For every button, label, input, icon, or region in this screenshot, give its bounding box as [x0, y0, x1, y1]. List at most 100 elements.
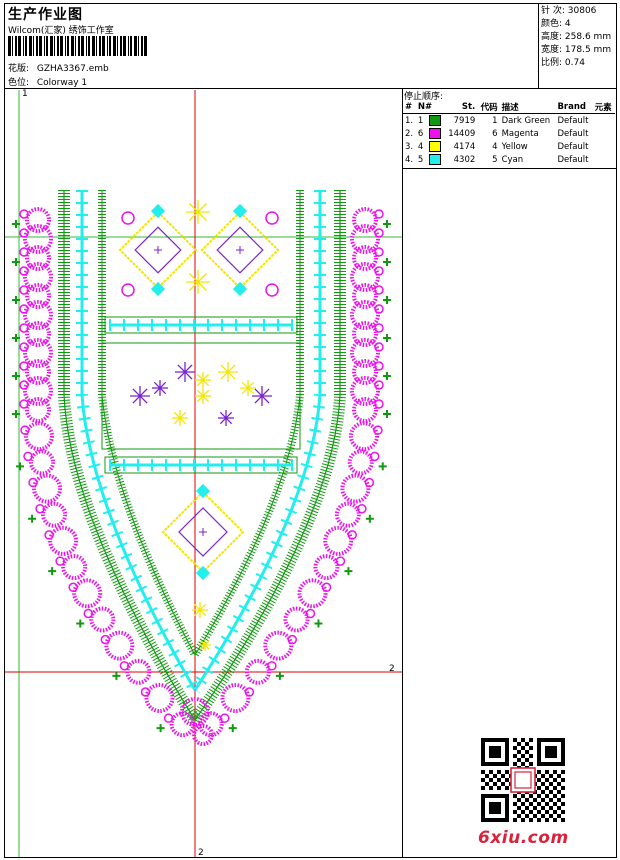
- row-element: [593, 140, 615, 153]
- magenta-scallop-right-16: [313, 554, 340, 581]
- row-index: 3.: [405, 141, 414, 152]
- color-swatch: [428, 128, 441, 139]
- col-header-needle: N#: [415, 101, 445, 114]
- row-code: 5: [492, 154, 498, 165]
- company-name: Wilcom(汇家) 绣饰工作室: [8, 26, 114, 36]
- colors-label: 颜色:: [541, 19, 563, 29]
- scale-value: 0.74: [564, 58, 585, 68]
- magenta-scallop-left-17: [72, 578, 103, 609]
- width-label: 宽度:: [541, 45, 563, 55]
- colorway-row: 色位: Colorway 1: [8, 75, 87, 88]
- row-needle: 5: [416, 153, 444, 166]
- col-header-brand: Brand: [555, 101, 593, 114]
- row-element: [593, 114, 615, 128]
- row-needle-number: 6: [417, 129, 424, 139]
- row-description: Yellow: [501, 141, 528, 152]
- swirl-0: [121, 211, 135, 225]
- panel-divider: [402, 88, 403, 858]
- scale-label: 比例:: [541, 58, 563, 68]
- row-needle: 6: [416, 127, 444, 140]
- row-stitches: 7919: [453, 115, 476, 126]
- magenta-curl-left-17: [68, 582, 78, 593]
- row-needle-number: 4: [417, 142, 424, 152]
- green-leaf-right-16: [344, 567, 353, 576]
- magenta-curl-left-5: [19, 304, 29, 314]
- row-brand: Default: [557, 154, 589, 165]
- table-divider: [402, 168, 617, 169]
- table-row: 3. 4 4174 4 Yellow Default: [403, 140, 615, 153]
- color-swatch: [428, 154, 441, 165]
- magenta-scallop-right-10: [352, 397, 378, 423]
- magenta-curl-left-9: [19, 380, 29, 390]
- green-leaf-left-12: [16, 462, 25, 471]
- design-file-row: 花版: GZHA3367.emb: [8, 61, 109, 74]
- design-file-label: 花版:: [8, 64, 30, 74]
- col-header-description: 描述: [499, 101, 556, 114]
- magenta-curl-left-21: [140, 687, 151, 697]
- row-brand: Default: [557, 141, 589, 152]
- magenta-scallop-right-15: [323, 525, 354, 556]
- magenta-scallop-right-21: [220, 683, 251, 713]
- magenta-scallop-right-13: [340, 473, 371, 504]
- magenta-scallop-right-14: [334, 501, 361, 528]
- green-leaf-right-14: [365, 514, 374, 523]
- green-leaf-right-20: [275, 671, 284, 680]
- green-leaf-right-18: [314, 619, 323, 628]
- green-leaf-right-6: [383, 334, 391, 342]
- diamond-bottom-center: [199, 528, 207, 536]
- row-needle: 4: [416, 140, 444, 153]
- stop-sequence-table: # N# St. 代码 描述 Brand 元素 1. 1 7919 1 Dark Gr…: [403, 101, 615, 166]
- stitches-label: 针 次:: [541, 6, 565, 16]
- qr-code-icon: [481, 738, 565, 822]
- green-leaf-right-12: [378, 462, 387, 471]
- row-stitches: 4302: [453, 154, 476, 165]
- magenta-curl-left-11: [20, 425, 30, 435]
- row-element: [593, 127, 615, 140]
- diamond-top-right-center: [236, 246, 244, 254]
- table-row: 4. 5 4302 5 Cyan Default: [403, 153, 615, 166]
- row-code: 1: [492, 115, 498, 126]
- width-value: 178.5 mm: [564, 45, 612, 55]
- row-index: 2.: [405, 128, 414, 139]
- row-description: Dark Green: [501, 115, 551, 126]
- swirl-1: [265, 211, 279, 225]
- colorway-value: Colorway 1: [36, 78, 88, 88]
- row-code: 6: [492, 128, 498, 139]
- magenta-scallop-left-10: [25, 397, 51, 423]
- green-leaf-left-14: [28, 514, 37, 523]
- row-needle-number: 1: [417, 116, 424, 126]
- color-swatch: [428, 115, 441, 126]
- green-leaf-right-8: [383, 372, 391, 380]
- row-needle-number: 5: [417, 155, 424, 165]
- green-leaf-left-20: [112, 671, 121, 680]
- stats-divider: [538, 3, 539, 89]
- green-leaf-left-16: [48, 567, 57, 576]
- row-needle: 1: [416, 114, 444, 128]
- design-file-value: GZHA3367.emb: [36, 64, 109, 74]
- site-logo: 6xiu.com: [478, 828, 569, 848]
- row-element: [593, 153, 615, 166]
- colorway-label: 色位:: [8, 78, 30, 88]
- magenta-scallop-left-16: [61, 554, 88, 581]
- magenta-scallop-right-17: [297, 578, 328, 609]
- magenta-curl-left-19: [100, 634, 111, 645]
- col-header-stitches: St.: [444, 101, 478, 114]
- magenta-curl-left-13: [28, 477, 38, 488]
- row-code: 4: [492, 141, 498, 152]
- height-label: 高度:: [541, 32, 563, 42]
- magenta-scallop-left-11: [24, 421, 55, 452]
- green-leaf-left-22: [156, 724, 165, 733]
- col-header-element: 元素: [592, 101, 615, 114]
- green-leaf-right-4: [383, 296, 391, 304]
- stats-panel: 针 次: 30806 颜色: 4 高度: 258.6 mm 宽度: 178.5 …: [541, 5, 611, 70]
- magenta-scallop-right-12: [347, 449, 374, 476]
- row-stitches: 14409: [448, 128, 476, 139]
- magenta-scallop-left-14: [41, 501, 68, 528]
- magenta-scallop-left-19: [104, 630, 135, 661]
- magenta-curl-left-1: [19, 228, 29, 238]
- magenta-curl-left-15: [44, 530, 54, 540]
- green-leaf-right-10: [383, 410, 391, 418]
- col-header-code: 代码: [477, 101, 500, 114]
- green-leaf-left-18: [76, 619, 85, 628]
- magenta-curl-left-7: [19, 342, 29, 352]
